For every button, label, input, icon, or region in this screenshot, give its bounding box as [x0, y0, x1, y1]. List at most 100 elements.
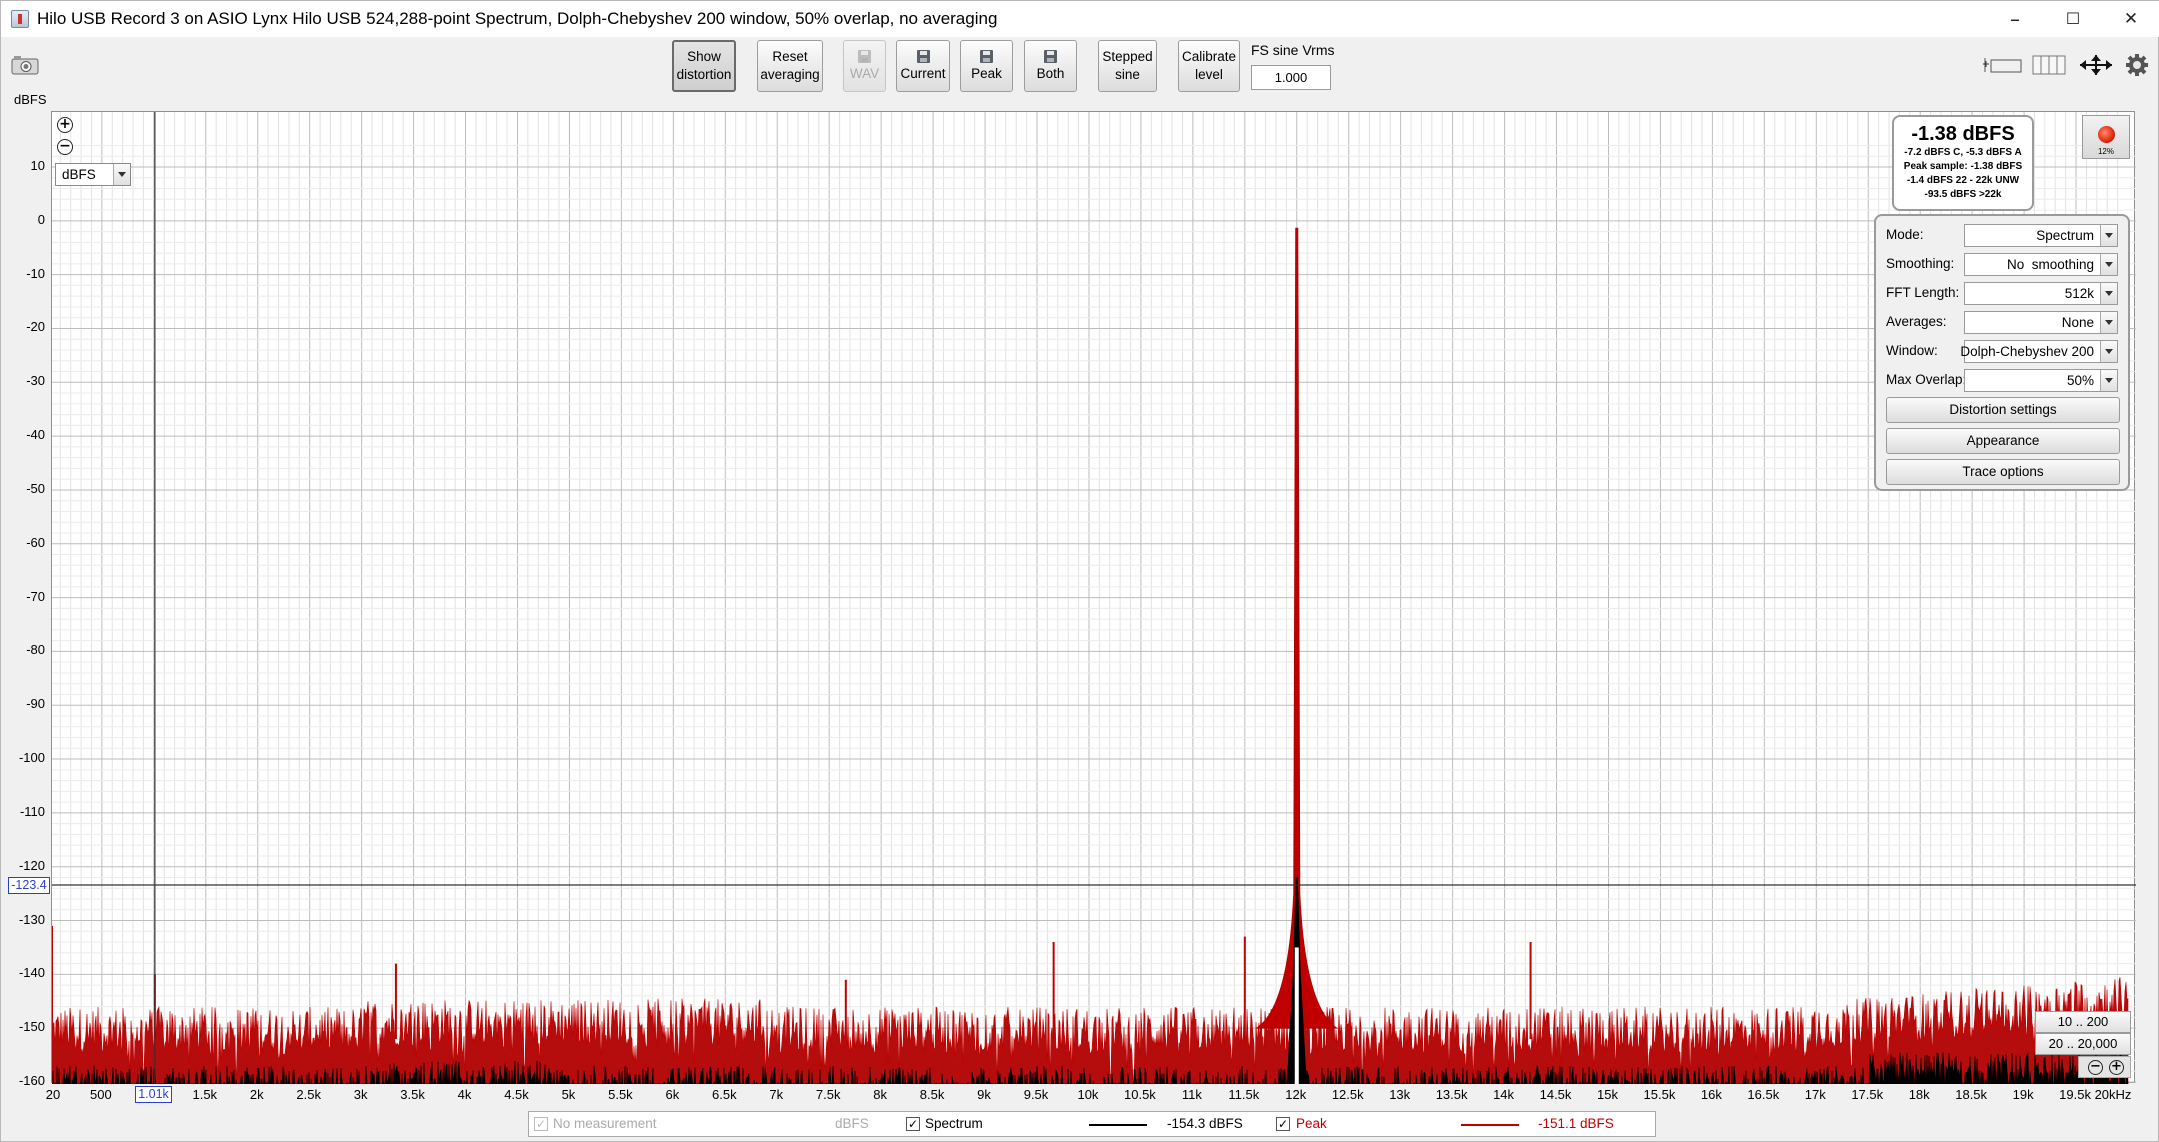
close-button[interactable]: ✕ — [2101, 1, 2159, 37]
app-window: Hilo USB Record 3 on ASIO Lynx Hilo USB … — [0, 0, 2159, 1142]
spectrum-chart — [52, 112, 2136, 1084]
smoothing-select[interactable]: No smoothing — [1964, 253, 2118, 276]
reset-averaging-button[interactable]: Reset averaging — [757, 40, 823, 92]
no-measurement-checkbox[interactable]: ✓ — [534, 1117, 548, 1131]
x-tick-label: 16.5k — [1747, 1087, 1780, 1102]
y-tick-label: -50 — [26, 480, 45, 496]
chevron-down-icon[interactable] — [2100, 254, 2117, 275]
max-overlap-label: Max Overlap: — [1886, 372, 1967, 387]
spectrum-checkbox[interactable]: ✓ — [906, 1117, 920, 1131]
x-tick-label: 13.5k — [1435, 1087, 1468, 1102]
wav-label: WAV — [849, 65, 880, 81]
y-tick-label: -110 — [19, 803, 45, 819]
calibrate-level-button[interactable]: Calibrate level — [1178, 40, 1240, 92]
max-overlap-select[interactable]: 50% — [1964, 369, 2118, 392]
range-20-20000-button[interactable]: 20 .. 20,000 — [2035, 1033, 2131, 1055]
level-readout: -1.38 dBFS -7.2 dBFS C, -5.3 dBFS A Peak… — [1892, 115, 2034, 211]
x-tick-label: 1.5k — [192, 1087, 218, 1102]
floppy-icon — [858, 49, 871, 63]
wav-button[interactable]: WAV — [843, 40, 886, 92]
layout-icon[interactable] — [1983, 53, 2023, 77]
mode-select[interactable]: Spectrum — [1964, 224, 2118, 247]
unit-select[interactable]: dBFS — [55, 163, 131, 186]
save-peak-button[interactable]: Peak — [960, 40, 1013, 92]
fit-arrows-icon[interactable] — [2078, 53, 2114, 77]
x-tick-label: 8k — [873, 1087, 888, 1102]
y-tick-label: -150 — [18, 1019, 45, 1035]
save-current-button[interactable]: Current — [896, 40, 950, 92]
x-tick-label: 3k — [353, 1087, 368, 1102]
x-tick-label: 20 — [45, 1087, 61, 1102]
no-measurement-unit: dBFS — [835, 1116, 869, 1131]
y-tick-label: 10 — [30, 158, 45, 173]
x-tick-label: 7.5k — [815, 1087, 841, 1102]
averages-select[interactable]: None — [1964, 311, 2118, 334]
current-label: Current — [900, 65, 946, 81]
x-tick-label: 12.5k — [1331, 1087, 1364, 1102]
peak-label: Peak — [971, 65, 1002, 81]
maximize-button[interactable]: ☐ — [2043, 1, 2103, 37]
x-tick-label: 7k — [769, 1087, 784, 1102]
no-measurement-label: No measurement — [553, 1116, 657, 1131]
distortion-settings-button[interactable]: Distortion settings — [1886, 397, 2120, 423]
record-button[interactable]: 12% — [2082, 115, 2130, 159]
peak-checkbox[interactable]: ✓ — [1276, 1117, 1290, 1131]
gear-icon[interactable] — [2125, 53, 2149, 77]
x-tick-label: 6.5k — [712, 1087, 737, 1102]
camera-icon[interactable] — [11, 55, 39, 75]
level-above-22k: -93.5 dBFS >22k — [1924, 189, 2002, 200]
x-tick-label: 6k — [665, 1087, 680, 1102]
x-tick-label: 15.5k — [1643, 1087, 1676, 1102]
chevron-down-icon[interactable] — [2100, 370, 2117, 391]
x-tick-label: 17.5k — [1851, 1087, 1884, 1102]
cursor-y-readout: -123.4 — [8, 877, 50, 894]
fs-sine-vrms-input[interactable]: 1.000 — [1251, 65, 1331, 90]
zoom-out-x-icon[interactable]: − — [2088, 1060, 2103, 1075]
y-tick-label: -10 — [26, 265, 45, 281]
trace-options-button[interactable]: Trace options — [1886, 459, 2120, 485]
chevron-down-icon[interactable] — [2100, 312, 2117, 333]
x-tick-label: 19.5k — [2059, 1087, 2091, 1102]
range-10-200-button[interactable]: 10 .. 200 — [2035, 1011, 2131, 1033]
zoom-in-icon[interactable]: + — [57, 117, 73, 133]
floppy-icon — [980, 49, 993, 63]
x-tick-label: 5k — [561, 1087, 576, 1102]
y-tick-label: -90 — [26, 696, 45, 712]
fft-length-value: 512k — [2064, 286, 2094, 301]
level-main-value: -1.38 dBFS — [1911, 123, 2015, 145]
reset-averaging-label-1: Reset — [772, 49, 808, 64]
y-axis-unit-label: dBFS — [14, 92, 47, 107]
columns-icon[interactable] — [2032, 53, 2066, 77]
averages-label: Averages: — [1886, 314, 1947, 329]
stepped-sine-button[interactable]: Stepped sine — [1098, 40, 1157, 92]
y-tick-label: -130 — [18, 911, 45, 927]
window-select[interactable]: Dolph-Chebyshev 200 — [1960, 340, 2118, 363]
x-tick-label: 9k — [977, 1087, 991, 1102]
chevron-down-icon[interactable] — [2100, 225, 2117, 246]
y-tick-label: -120 — [18, 857, 45, 873]
stepped-sine-label-1: Stepped — [1102, 49, 1153, 64]
peak-value: -151.1 dBFS — [1538, 1116, 1614, 1131]
chevron-down-icon[interactable] — [2100, 341, 2117, 362]
max-overlap-value: 50% — [2066, 373, 2094, 388]
spectrum-plot[interactable] — [51, 111, 2136, 1084]
appearance-button[interactable]: Appearance — [1886, 428, 2120, 454]
x-tick-label: 8.5k — [919, 1087, 945, 1102]
x-tick-label: 15k — [1596, 1087, 1618, 1102]
chevron-down-icon[interactable] — [113, 164, 130, 185]
x-tick-label: 10k — [1077, 1087, 1099, 1102]
window-value: Dolph-Chebyshev 200 — [1960, 344, 2094, 359]
zoom-in-x-icon[interactable]: + — [2109, 1060, 2124, 1075]
show-distortion-button[interactable]: Show distortion — [672, 40, 736, 92]
smoothing-value: No smoothing — [2006, 257, 2094, 272]
zoom-out-icon[interactable]: − — [57, 139, 73, 155]
chevron-down-icon[interactable] — [2100, 283, 2117, 304]
record-percent: 12% — [2097, 147, 2114, 156]
calibrate-level-label-2: level — [1195, 67, 1223, 82]
x-tick-label: 3.5k — [400, 1087, 425, 1102]
title-bar: Hilo USB Record 3 on ASIO Lynx Hilo USB … — [1, 1, 2159, 37]
x-tick-label: 14.5k — [1539, 1087, 1572, 1102]
save-both-button[interactable]: Both — [1024, 40, 1077, 92]
fft-length-select[interactable]: 512k — [1964, 282, 2118, 305]
minimize-button[interactable]: – — [1985, 1, 2045, 37]
